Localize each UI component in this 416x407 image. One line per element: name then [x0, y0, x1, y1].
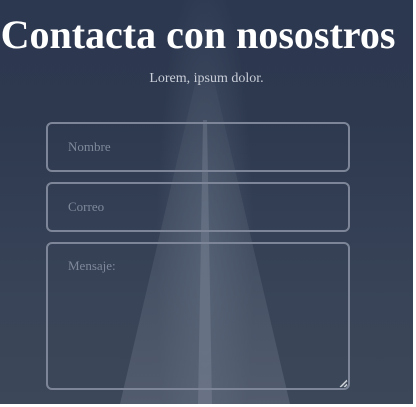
page-subtitle: Lorem, ipsum dolor.: [149, 71, 264, 86]
message-textarea[interactable]: [46, 242, 350, 390]
email-input[interactable]: [46, 182, 350, 232]
page-title: Contacta con nosostros: [0, 12, 396, 57]
name-input[interactable]: [46, 122, 350, 172]
contact-section: Contacta con nosostros Lorem, ipsum dolo…: [0, 0, 413, 404]
